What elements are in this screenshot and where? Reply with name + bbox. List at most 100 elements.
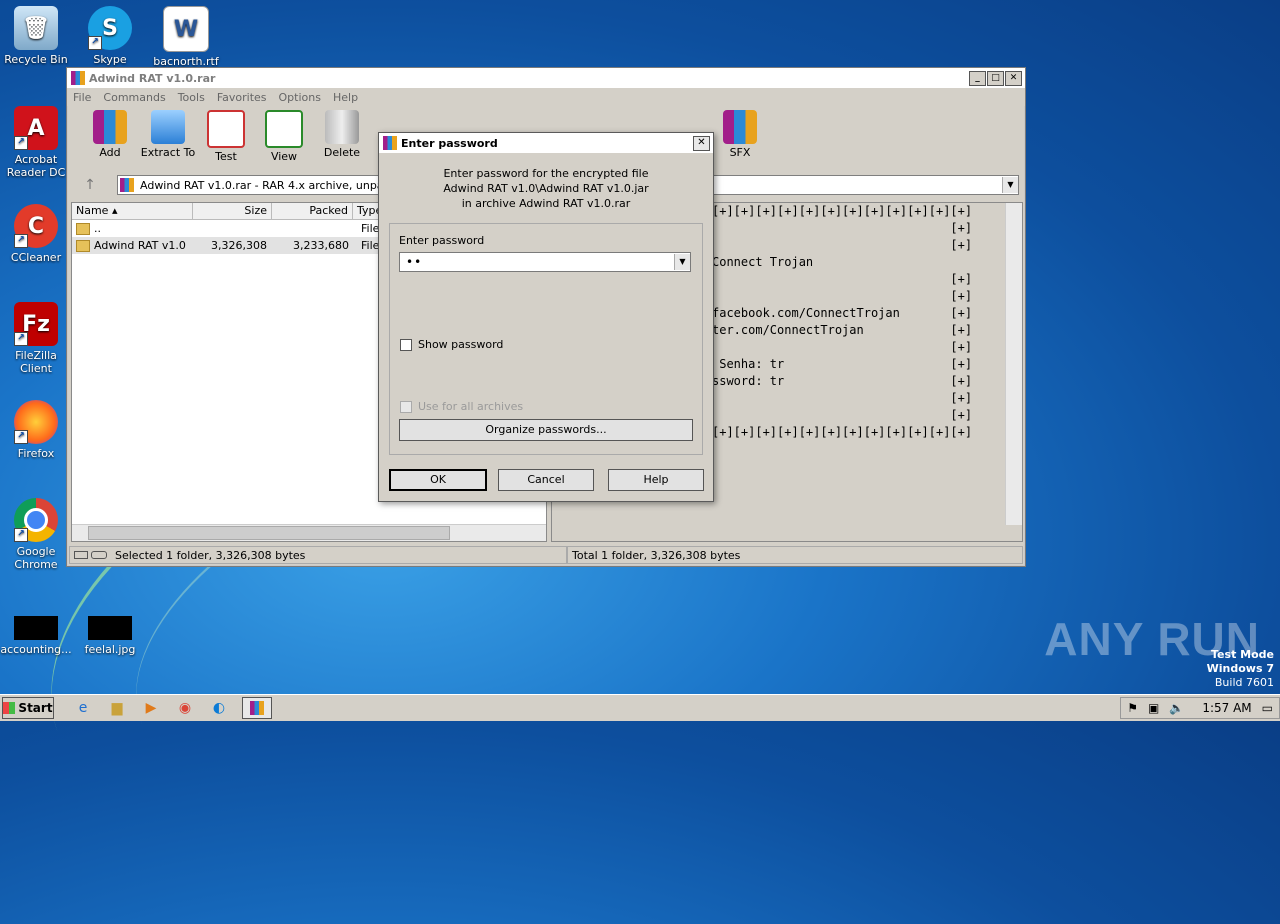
add-button[interactable]: Add (81, 106, 139, 159)
chevron-down-icon[interactable]: ▼ (1002, 177, 1018, 193)
folder-icon (76, 239, 90, 252)
test-mode-line: Test Mode (1211, 648, 1274, 661)
ok-button[interactable]: OK (389, 469, 487, 491)
shortcut-arrow-icon: ↗ (14, 430, 28, 444)
cancel-button[interactable]: Cancel (498, 469, 594, 491)
desktop-icon-label: Google Chrome (14, 545, 58, 571)
media-player-icon[interactable]: ▶ (140, 698, 162, 718)
key-icon (91, 551, 107, 559)
menu-file[interactable]: File (67, 91, 97, 104)
close-button[interactable]: ✕ (1005, 70, 1022, 86)
column-name[interactable]: Name ▴ (72, 203, 193, 219)
scroll-thumb[interactable] (88, 526, 450, 540)
menu-commands[interactable]: Commands (97, 91, 171, 104)
shortcut-arrow-icon: ↗ (88, 36, 102, 50)
winrar-taskbar-button[interactable] (242, 697, 272, 719)
desktop-icon-rtf[interactable]: W bacnorth.rtf (148, 6, 224, 68)
message-line: in archive Adwind RAT v1.0.rar (461, 197, 631, 210)
show-password-checkbox[interactable]: Show password (400, 338, 503, 351)
column-packed[interactable]: Packed (272, 203, 353, 219)
archive-icon (120, 178, 134, 192)
folder-icon (76, 222, 90, 235)
firefox-icon: ↗ (14, 400, 58, 444)
ie-icon[interactable]: e (72, 698, 94, 718)
column-size[interactable]: Size (193, 203, 272, 219)
desktop-icon-filezilla[interactable]: Fz ↗ FileZilla Client (0, 302, 74, 375)
flag-icon[interactable]: ⚑ (1127, 701, 1138, 715)
use-for-all-archives-checkbox: Use for all archives (400, 400, 523, 413)
comment-line: [+][+][+][+][+][+][+][+][+][+][+][+] (712, 204, 973, 218)
clock[interactable]: 1:57 AM (1202, 701, 1251, 715)
comment-line: [+] (712, 238, 973, 252)
menu-help[interactable]: Help (327, 91, 364, 104)
window-title: Adwind RAT v1.0.rar (89, 71, 216, 85)
help-button[interactable]: Help (608, 469, 704, 491)
desktop-icon-label: FileZilla Client (15, 349, 57, 375)
title-bar[interactable]: Adwind RAT v1.0.rar _ □ ✕ (67, 68, 1025, 88)
checkbox-box[interactable] (400, 338, 412, 351)
toolbar-label: SFX (729, 146, 751, 159)
start-button[interactable]: Start (2, 697, 54, 719)
desktop-icon-ccleaner[interactable]: C ↗ CCleaner (0, 204, 74, 264)
shortcut-arrow-icon: ↗ (14, 234, 28, 248)
desktop-icon-chrome[interactable]: ↗ Google Chrome (0, 498, 74, 571)
menu-favorites[interactable]: Favorites (211, 91, 273, 104)
password-input[interactable]: •• ▼ (399, 252, 691, 272)
chevron-down-icon[interactable]: ▼ (674, 254, 690, 270)
organize-passwords-button[interactable]: Organize passwords... (399, 419, 693, 441)
filezilla-icon: Fz ↗ (14, 302, 58, 346)
desktop-icon-accounting[interactable]: accounting... (0, 616, 74, 656)
ccleaner-icon: C ↗ (14, 204, 58, 248)
chrome-icon[interactable]: ◉ (174, 698, 196, 718)
network-icon[interactable]: ▣ (1148, 701, 1159, 715)
checkbox-box (400, 400, 412, 413)
comment-line: ssword: tr [+] (712, 374, 973, 388)
comment-line: Connect Trojan (712, 255, 814, 269)
dialog-title-bar[interactable]: Enter password ✕ (379, 133, 713, 153)
vertical-scrollbar[interactable] (1005, 203, 1022, 525)
desktop-icon-acrobat[interactable]: A ↗ Acrobat Reader DC (0, 106, 74, 179)
volume-icon[interactable]: 🔈 (1169, 701, 1184, 715)
desktop-icon-firefox[interactable]: ↗ Firefox (0, 400, 74, 460)
comment-line: facebook.com/ConnectTrojan [+] (712, 306, 973, 320)
desktop-icon-label: Recycle Bin (4, 53, 68, 66)
explorer-icon[interactable]: ▆ (106, 698, 128, 718)
desktop-icon-feelal[interactable]: feelal.jpg (72, 616, 148, 656)
toolbar-label: View (270, 150, 298, 163)
comment-line: [+] (712, 340, 973, 354)
menu-tools[interactable]: Tools (172, 91, 211, 104)
menu-options[interactable]: Options (273, 91, 327, 104)
view-button[interactable]: View (255, 106, 313, 163)
up-arrow-icon[interactable]: ↑ (75, 177, 105, 193)
toolbar-label: Extract To (140, 146, 196, 159)
minimize-button[interactable]: _ (969, 70, 986, 86)
sfx-button[interactable]: SFX (711, 106, 769, 159)
checkbox-label: Use for all archives (418, 400, 524, 413)
dialog-message: Enter password for the encrypted file Ad… (379, 166, 713, 211)
status-total: Total 1 folder, 3,326,308 bytes (572, 548, 741, 562)
path-text: Adwind RAT v1.0.rar - RAR 4.x archive, u… (140, 178, 396, 192)
edge-icon[interactable]: ◐ (208, 698, 230, 718)
maximize-button[interactable]: □ (987, 70, 1004, 86)
comment-line: [+] (712, 289, 973, 303)
sfx-icon (723, 110, 757, 144)
password-group: Enter password •• ▼ Show password Use fo… (389, 223, 703, 455)
column-label: Name (76, 204, 109, 217)
windows-flag-icon (3, 702, 16, 714)
extract-to-button[interactable]: Extract To (139, 106, 197, 159)
file-name: Adwind RAT v1.0 (94, 239, 186, 252)
file-size: 3,326,308 (211, 239, 267, 252)
horizontal-scrollbar[interactable] (72, 524, 546, 541)
delete-button[interactable]: Delete (313, 106, 371, 159)
checkbox-label: Show password (418, 338, 504, 351)
system-tray: ⚑ ▣ 🔈 1:57 AM ▭ (1120, 697, 1280, 719)
close-icon[interactable]: ✕ (693, 135, 710, 151)
test-mode-line: Build 7601 (1214, 676, 1274, 689)
show-desktop-icon[interactable]: ▭ (1262, 701, 1273, 715)
desktop-icon-skype[interactable]: S ↗ Skype (72, 6, 148, 66)
trash-icon (325, 110, 359, 144)
word-document-icon: W (163, 6, 209, 52)
test-button[interactable]: Test (197, 106, 255, 163)
desktop-icon-label: Acrobat Reader DC (6, 153, 66, 179)
desktop-icon-recycle-bin[interactable]: 🗑 Recycle Bin (0, 6, 74, 66)
